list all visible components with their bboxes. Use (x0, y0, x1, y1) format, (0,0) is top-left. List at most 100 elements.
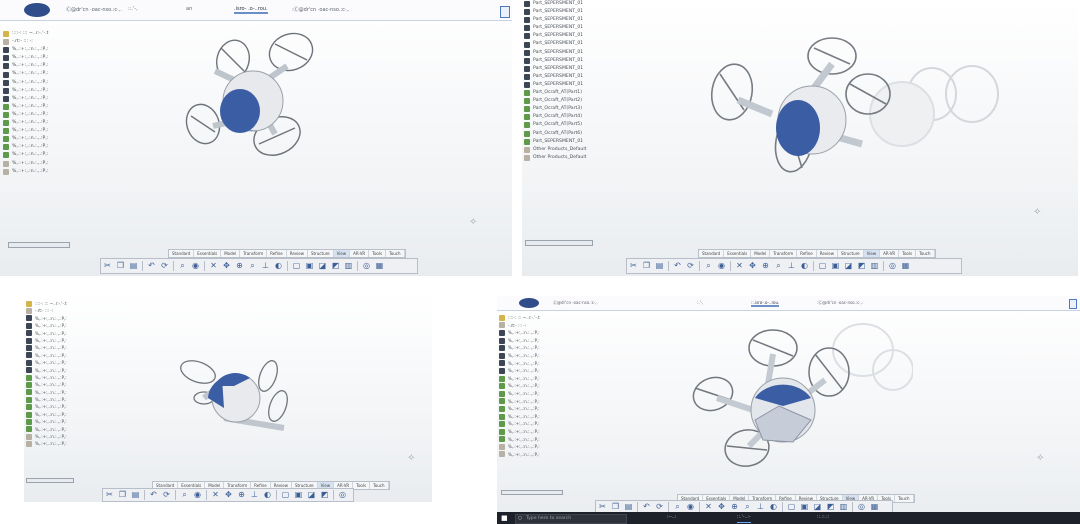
tree-item[interactable]: %,.:+:,.:n.:.,.:P,: (26, 389, 67, 396)
taskbar-app[interactable]: :--..: (667, 514, 676, 522)
render-icon[interactable]: ◪ (813, 502, 823, 512)
tab-structure[interactable]: Structure (838, 250, 864, 257)
tree-item[interactable]: Part_Ocraft_AT(Part5) (524, 121, 586, 129)
undo-icon[interactable]: ↶ (149, 490, 159, 500)
tree-item[interactable]: %,.:+:,.:n.:.,.:P,: (3, 103, 48, 111)
file-tab[interactable]: Ⓒ@dr'cn ·oac-nso.:c·,. (66, 6, 122, 13)
render-icon[interactable]: ◩ (857, 261, 867, 271)
tab-review[interactable]: Review (817, 250, 839, 257)
fit-all-icon[interactable]: ⊕ (235, 261, 245, 271)
tree-item[interactable]: ::::-: ::: ~..r:-.'-.t (499, 314, 540, 322)
windows-start-icon[interactable]: ■ (501, 514, 508, 522)
tree-item[interactable]: Other Products_Default (524, 146, 586, 154)
file-tab[interactable]: :Ⓒ@dr'cn ·oac-nso.:c·,. (292, 6, 350, 13)
render-icon[interactable]: ▥ (870, 261, 880, 271)
tree-item[interactable]: -.rt:- ::: -: (499, 322, 540, 330)
render-icon[interactable]: ▦ (870, 502, 880, 512)
tab-transform[interactable]: Transform (770, 250, 798, 257)
normal-view-icon[interactable]: ⊥ (756, 502, 766, 512)
update-icon[interactable]: ⟳ (655, 502, 665, 512)
tab-structure[interactable]: Structure (308, 250, 334, 257)
tab-view[interactable]: View (333, 250, 351, 257)
pan-icon[interactable]: ✕ (209, 261, 219, 271)
tree-item[interactable]: %,.:+:,.:n.:.,.:P,: (26, 315, 67, 322)
render-icon[interactable]: ◪ (844, 261, 854, 271)
tree-item[interactable]: Part_SEPERSMENT_01 (524, 81, 586, 89)
tab-refine[interactable]: Refine (797, 250, 817, 257)
render-icon[interactable]: ◎ (857, 502, 867, 512)
tree-item[interactable]: %,.:+:,.:n.:.,.:P,: (3, 79, 48, 87)
normal-view-icon[interactable]: ⊥ (250, 490, 260, 500)
update-icon[interactable]: ⟳ (162, 490, 172, 500)
undo-icon[interactable]: ↶ (673, 261, 683, 271)
tree-item[interactable]: Part_Ocraft_AT(Part1) (524, 89, 586, 97)
catia-compass-icon[interactable] (519, 298, 539, 308)
tree-item[interactable]: Part_Ocraft_AT(Part4) (524, 113, 586, 121)
tree-item[interactable]: ::::-: ::: ~..r:-.'-.t (3, 30, 48, 38)
normal-view-icon[interactable]: ⊥ (787, 261, 797, 271)
tree-item[interactable]: %,.:+:,.:n.:.,.:P,: (3, 111, 48, 119)
paste-icon[interactable]: ▤ (131, 490, 141, 500)
tree-item[interactable]: %,.:+:,.:n.:.,.:P,: (26, 352, 67, 359)
file-tab[interactable]: ::.'-, (128, 6, 138, 12)
render-icon[interactable]: ◉ (717, 261, 727, 271)
tab-essentials[interactable]: Essentials (194, 250, 222, 257)
drone-model[interactable] (175, 26, 325, 161)
rotate-icon[interactable]: ✥ (717, 502, 727, 512)
render-icon[interactable]: ▣ (294, 490, 304, 500)
file-tab[interactable]: :.'-, (697, 300, 703, 305)
tree-item[interactable]: %,.:+:,.:n.:.,.:P,: (3, 70, 48, 78)
drone-model[interactable] (702, 34, 1002, 174)
render-icon[interactable]: ▦ (375, 261, 385, 271)
file-tab[interactable]: :Ⓒ@dr'cn ·oac-nso.:c·,. (817, 300, 863, 306)
tree-item[interactable]: %,.:+:,.:n.:.,.:P,: (3, 46, 48, 54)
zoom-icon[interactable]: ⌕ (180, 490, 190, 500)
tree-item[interactable]: Part_SEPERSMENT_01 (524, 49, 586, 57)
tab-tools[interactable]: Tools (353, 482, 371, 489)
tree-item[interactable]: %,.:+:,.:n.:.,.:P,: (3, 87, 48, 95)
tab-essentials[interactable]: Essentials (724, 250, 752, 257)
tab-touch[interactable]: Touch (916, 250, 935, 257)
tree-item[interactable]: %,.:+:,.:n.:.,.:P,: (499, 413, 540, 421)
tab-view[interactable]: View (863, 250, 881, 257)
tree-item[interactable]: %,.:+:,.:n.:.,.:P,: (499, 436, 540, 444)
fit-all-icon[interactable]: ⊕ (730, 502, 740, 512)
tree-scroll-indicator[interactable] (501, 490, 563, 495)
render-icon[interactable]: ◉ (686, 502, 696, 512)
tab-ar-vr[interactable]: AR-VR (880, 250, 900, 257)
tree-item[interactable]: Part_SEPERSMENT_01 (524, 57, 586, 65)
tree-item[interactable]: -.rt:- ::: -: (3, 38, 48, 46)
hide-show-icon[interactable]: ▢ (281, 490, 291, 500)
normal-view-icon[interactable]: ⊥ (261, 261, 271, 271)
render-icon[interactable]: ▦ (901, 261, 911, 271)
copy-icon[interactable]: ❐ (116, 261, 126, 271)
tree-item[interactable]: %,.:+:,.:n.:.,.:P,: (499, 367, 540, 375)
tree-item[interactable]: %,.:+:,.:n.:.,.:P,: (499, 398, 540, 406)
tree-item[interactable]: %,.:+:,.:n.:.,.:P,: (499, 352, 540, 360)
file-tab[interactable]: an (186, 6, 192, 12)
tree-item[interactable]: %,.:+:,.:n.:.,.:P,: (3, 62, 48, 70)
pan-icon[interactable]: ✕ (735, 261, 745, 271)
render-icon[interactable]: ◩ (826, 502, 836, 512)
zoom-icon[interactable]: ⌕ (248, 261, 258, 271)
maximize-icon[interactable] (500, 6, 510, 18)
tree-item[interactable]: Part_SEPERSMENT_01 (524, 0, 586, 8)
update-icon[interactable]: ⟳ (160, 261, 170, 271)
tab-model[interactable]: Model (221, 250, 241, 257)
tree-item[interactable]: -.rt:- ::: -: (26, 307, 67, 315)
zoom-icon[interactable]: ⌕ (673, 502, 683, 512)
tree-item[interactable]: %,.:+:,.:n.:.,.:P,: (499, 443, 540, 451)
tab-ar-vr[interactable]: AR-VR (350, 250, 370, 257)
file-tab-active[interactable]: ::.isro-.o-..rou. (751, 300, 780, 307)
tab-touch[interactable]: Touch (895, 495, 914, 502)
tree-item[interactable]: %,.:+:,.:n.:.,.:P,: (26, 396, 67, 403)
tree-item[interactable]: Part_Ocraft_AT(Part6) (524, 130, 586, 138)
tree-scroll-indicator[interactable] (525, 240, 593, 246)
render-icon[interactable]: ◐ (263, 490, 273, 500)
tree-item[interactable]: Part_SEPERSMENT_01 (524, 16, 586, 24)
tree-item[interactable]: Part_SEPERSMENT_01 (524, 73, 586, 81)
tree-item[interactable]: %,.:+:,.:n.:.,.:P,: (3, 160, 48, 168)
render-icon[interactable]: ◐ (800, 261, 810, 271)
cut-icon[interactable]: ✂ (629, 261, 639, 271)
tree-item[interactable]: %,.:+:,.:n.:.,.:P,: (26, 411, 67, 418)
